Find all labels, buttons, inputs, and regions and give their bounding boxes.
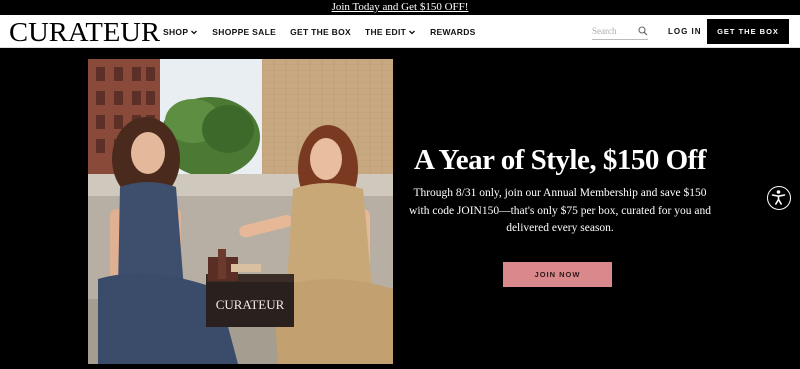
search-box [592,23,648,40]
hero-content: A Year of Style, $150 Off Through 8/31 o… [400,140,720,238]
nav-item-label: REWARDS [430,26,476,37]
chevron-down-icon [409,30,416,34]
get-the-box-button[interactable]: GET THE BOX [707,19,789,44]
nav-item-get-the-box[interactable]: GET THE BOX [290,27,351,37]
logo[interactable]: CURATEUR [9,17,160,47]
nav-item-label: SHOPPE SALE [212,26,277,37]
announcement-bar: Join Today and Get $150 OFF! [0,0,800,15]
search-input[interactable] [592,26,636,36]
nav-item-label: SHOP [163,26,189,37]
hero-title: A Year of Style, $150 Off [414,144,706,176]
nav-item-label: GET THE BOX [290,26,351,37]
join-now-button[interactable]: JOIN NOW [503,262,612,287]
nav-item-rewards[interactable]: REWARDS [430,27,476,37]
nav-item-shop[interactable]: SHOP [163,27,198,37]
hero-photo-illustration: CURATEUR [88,59,393,364]
main-nav: SHOP SHOPPE SALE GET THE BOX THE EDIT RE… [163,15,476,48]
search-icon[interactable] [638,26,648,36]
nav-item-shoppe-sale[interactable]: SHOPPE SALE [212,27,276,37]
hero-image: CURATEUR [88,59,393,364]
announcement-link[interactable]: Join Today and Get $150 OFF! [332,1,469,13]
accessibility-icon[interactable] [767,186,791,210]
nav-item-the-edit[interactable]: THE EDIT [365,27,416,37]
login-link[interactable]: LOG IN [668,15,702,48]
site-header: CURATEUR SHOP SHOPPE SALE GET THE BOX TH… [0,15,800,48]
chevron-down-icon [191,30,198,34]
nav-item-label: THE EDIT [364,26,407,37]
box-brand-text: CURATEUR [216,297,285,312]
hero-subtitle: Through 8/31 only, join our Annual Membe… [409,187,711,234]
